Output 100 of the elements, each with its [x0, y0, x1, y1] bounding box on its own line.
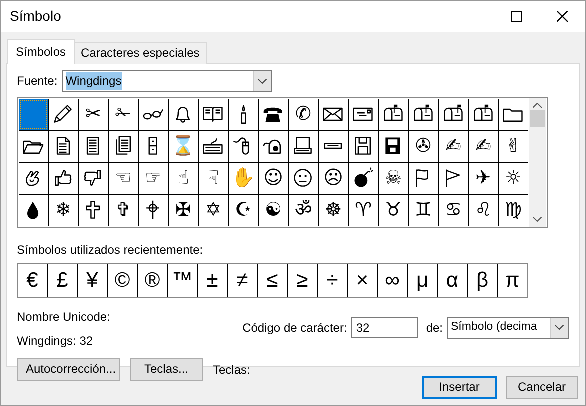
symbol-cell[interactable]: ☹ [319, 163, 348, 194]
recent-symbol-cell[interactable]: ÷ [318, 264, 347, 297]
recent-symbol-cell[interactable]: ≠ [228, 264, 257, 297]
shortcut-key-button[interactable]: Teclas... [130, 358, 203, 381]
symbol-cell[interactable] [319, 99, 348, 130]
recent-symbol-cell[interactable]: ∞ [378, 264, 407, 297]
maximize-icon[interactable] [510, 11, 522, 22]
symbol-cell[interactable]: ✠ [169, 195, 198, 226]
symbol-cell[interactable] [379, 131, 408, 162]
symbol-cell[interactable] [319, 131, 348, 162]
recent-symbol-cell[interactable]: × [348, 264, 377, 297]
recent-symbol-cell[interactable]: ™ [168, 264, 197, 297]
symbol-cell[interactable]: ✡ [199, 195, 228, 226]
scroll-down-icon[interactable] [533, 217, 542, 222]
symbol-cell[interactable] [469, 99, 498, 130]
symbol-cell[interactable] [259, 99, 288, 130]
symbol-cell[interactable]: ☠ [379, 163, 408, 194]
symbol-cell[interactable]: ♌ [469, 195, 498, 226]
symbol-cell[interactable] [139, 195, 168, 226]
symbol-cell[interactable]: ☸ [319, 195, 348, 226]
symbol-cell[interactable] [439, 163, 468, 194]
symbol-cell[interactable]: ☜ [109, 163, 138, 194]
symbol-cell[interactable] [169, 99, 198, 130]
insert-button[interactable]: Insertar [422, 376, 497, 399]
symbol-cell[interactable]: ✍ [469, 131, 498, 162]
symbol-cell[interactable]: ♉ [379, 195, 408, 226]
symbol-cell[interactable] [259, 131, 288, 162]
symbol-cell[interactable] [19, 163, 48, 194]
recent-symbol-cell[interactable]: π [498, 264, 527, 297]
recent-symbol-cell[interactable]: ± [198, 264, 227, 297]
symbol-cell[interactable]: ♋ [439, 195, 468, 226]
symbol-cell[interactable]: ❄ [49, 195, 78, 226]
recent-symbol-cell[interactable]: © [108, 264, 137, 297]
scroll-thumb[interactable] [530, 110, 545, 127]
symbol-cell[interactable]: ☪ [229, 195, 258, 226]
symbol-cell[interactable] [349, 131, 378, 162]
symbol-cell[interactable] [349, 163, 378, 194]
symbol-cell[interactable]: ✁ [109, 99, 138, 130]
autocorrect-button[interactable]: Autocorrección... [17, 358, 120, 381]
symbol-cell[interactable]: ♊ [409, 195, 438, 226]
symbol-cell[interactable]: ✆ [289, 99, 318, 130]
symbol-cell[interactable] [139, 99, 168, 130]
symbol-cell[interactable] [139, 131, 168, 162]
caret-icon[interactable] [555, 325, 564, 330]
symbol-cell[interactable] [19, 195, 48, 226]
symbol-cell[interactable] [49, 163, 78, 194]
symbol-cell[interactable]: ✇ [409, 131, 438, 162]
symbol-cell[interactable] [229, 99, 258, 130]
symbol-cell[interactable]: ✈ [469, 163, 498, 194]
symbol-cell[interactable]: ☼ [499, 163, 528, 194]
recent-symbol-cell[interactable]: μ [408, 264, 437, 297]
symbol-cell[interactable] [289, 131, 318, 162]
symbol-cell[interactable]: ☞ [139, 163, 168, 194]
tab[interactable]: Símbolos [7, 39, 76, 64]
symbol-cell[interactable] [19, 99, 48, 130]
from-combobox[interactable]: Símbolo (decima [447, 316, 569, 338]
symbol-cell[interactable] [289, 163, 318, 194]
symbol-cell[interactable]: ♍ [499, 195, 528, 226]
scroll-up-icon[interactable] [533, 103, 542, 108]
symbol-cell[interactable]: ✂ [79, 99, 108, 130]
cancel-button[interactable]: Cancelar [506, 376, 578, 399]
symbol-cell[interactable] [79, 163, 108, 194]
symbol-cell[interactable] [49, 131, 78, 162]
recent-symbol-cell[interactable]: ≥ [288, 264, 317, 297]
symbol-cell[interactable]: ☟ [199, 163, 228, 194]
symbol-cell[interactable] [439, 99, 468, 130]
symbol-cell[interactable] [379, 99, 408, 130]
recent-symbol-cell[interactable]: ¥ [78, 264, 107, 297]
symbol-cell[interactable] [229, 131, 258, 162]
symbol-cell[interactable] [409, 163, 438, 194]
recent-symbol-cell[interactable]: € [18, 264, 47, 297]
symbol-cell[interactable] [199, 131, 228, 162]
recent-symbol-cell[interactable]: £ [48, 264, 77, 297]
symbol-cell[interactable] [79, 195, 108, 226]
font-combobox[interactable]: Wingdings [62, 70, 272, 92]
symbol-cell[interactable] [49, 99, 78, 130]
recent-symbol-cell[interactable]: ≤ [258, 264, 287, 297]
symbol-cell[interactable]: ✍ [439, 131, 468, 162]
caret-icon[interactable] [258, 78, 267, 84]
symbol-cell[interactable]: ☺ [259, 163, 288, 194]
recent-symbol-cell[interactable]: α [438, 264, 467, 297]
recent-symbol-cell[interactable]: ® [138, 264, 167, 297]
symbol-cell[interactable]: ✌ [499, 131, 528, 162]
recent-symbol-cell[interactable]: β [468, 264, 497, 297]
symbol-cell[interactable]: ॐ [289, 195, 318, 226]
symbol-cell[interactable]: ☯ [259, 195, 288, 226]
symbol-cell[interactable] [79, 131, 108, 162]
scrollbar[interactable] [529, 98, 546, 227]
symbol-cell[interactable] [199, 99, 228, 130]
tab[interactable]: Caracteres especiales [74, 42, 207, 64]
symbol-cell[interactable] [409, 99, 438, 130]
symbol-cell[interactable]: ✞ [109, 195, 138, 226]
symbol-cell[interactable]: ♈ [349, 195, 378, 226]
close-icon[interactable] [556, 11, 568, 22]
symbol-cell[interactable] [499, 99, 528, 130]
symbol-cell[interactable] [349, 99, 378, 130]
char-code-field[interactable]: 32 [351, 317, 418, 338]
symbol-cell[interactable] [109, 131, 138, 162]
symbol-cell[interactable] [19, 131, 48, 162]
symbol-cell[interactable]: ☝ [169, 163, 198, 194]
